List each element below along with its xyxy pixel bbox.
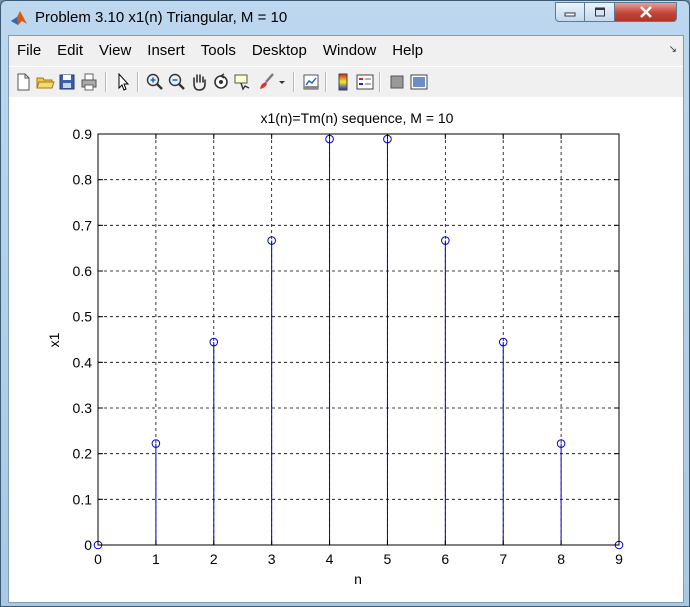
- y-tick-label: 0: [84, 537, 92, 553]
- figure-window: Problem 3.10 x1(n) Triangular, M = 10 Fi…: [0, 0, 690, 607]
- y-tick-label: 0.2: [73, 446, 93, 462]
- minimize-button[interactable]: [555, 2, 585, 22]
- y-axis-label: x1: [46, 332, 62, 347]
- x-tick-label: 8: [557, 551, 565, 567]
- menu-window[interactable]: Window: [315, 36, 384, 66]
- x-tick-label: 2: [210, 551, 218, 567]
- hide-plot-tools-icon[interactable]: [387, 72, 407, 92]
- new-figure-icon[interactable]: [13, 72, 33, 92]
- matlab-logo-icon: [11, 11, 27, 25]
- figure-canvas: x1(n)=Tm(n) sequence, M = 10 01234567890…: [9, 97, 683, 602]
- x-tick-label: 9: [615, 551, 623, 567]
- data-cursor-icon[interactable]: [233, 72, 253, 92]
- close-icon: [639, 6, 652, 18]
- toolbar-separator: [293, 72, 295, 92]
- edit-plot-arrow-icon[interactable]: [113, 72, 133, 92]
- insert-colorbar-icon[interactable]: [333, 72, 353, 92]
- maximize-icon: [594, 7, 605, 17]
- x-tick-label: 6: [441, 551, 449, 567]
- y-tick-label: 0.1: [73, 491, 93, 507]
- toolbar-separator: [379, 72, 381, 92]
- menu-desktop[interactable]: Desktop: [244, 36, 315, 66]
- y-tick-label: 0.4: [73, 354, 93, 370]
- x-tick-label: 7: [499, 551, 507, 567]
- stem-series: [93, 134, 624, 550]
- y-tick-label: 0.5: [73, 309, 93, 325]
- save-figure-icon[interactable]: [57, 72, 77, 92]
- brush-icon[interactable]: [257, 72, 277, 92]
- y-tick-label: 0.9: [73, 126, 93, 142]
- x-tick-label: 0: [94, 551, 102, 567]
- menu-help[interactable]: Help: [384, 36, 431, 66]
- window-title: Problem 3.10 x1(n) Triangular, M = 10: [35, 9, 288, 26]
- insert-legend-icon[interactable]: [355, 72, 375, 92]
- zoom-in-icon[interactable]: [145, 72, 165, 92]
- print-figure-icon[interactable]: [79, 72, 99, 92]
- menu-file[interactable]: File: [9, 36, 49, 66]
- open-file-icon[interactable]: [35, 72, 55, 92]
- x-axis-label: n: [354, 571, 362, 587]
- menu-insert[interactable]: Insert: [139, 36, 193, 66]
- figure-client-area: File Edit View Insert Tools Desktop Wind…: [8, 35, 684, 603]
- pan-hand-icon[interactable]: [189, 72, 209, 92]
- menu-dock-arrow-icon[interactable]: ↘: [669, 44, 677, 55]
- menu-view[interactable]: View: [91, 36, 139, 66]
- brush-dropdown-icon[interactable]: [277, 72, 287, 92]
- title-bar[interactable]: Problem 3.10 x1(n) Triangular, M = 10: [1, 1, 689, 35]
- x-tick-label: 5: [384, 551, 392, 567]
- toolbar-separator: [325, 72, 327, 92]
- plot-title: x1(n)=Tm(n) sequence, M = 10: [261, 110, 454, 126]
- show-plot-tools-icon[interactable]: [409, 72, 429, 92]
- x-tick-label: 3: [268, 551, 276, 567]
- menu-bar: File Edit View Insert Tools Desktop Wind…: [9, 36, 683, 66]
- minimize-icon: [564, 12, 576, 17]
- zoom-out-icon[interactable]: [167, 72, 187, 92]
- menu-tools[interactable]: Tools: [193, 36, 244, 66]
- axis-ticks: 0 1 2 3 4 5 6 7 8 9 0 0.1 0.2 0.3 0.4 0.5 0.6 0.7 0.8 0.9: [73, 126, 624, 567]
- maximize-button[interactable]: [585, 2, 615, 22]
- link-plot-icon[interactable]: [301, 72, 321, 92]
- y-tick-label: 0.3: [73, 400, 93, 416]
- toolbar-separator: [137, 72, 139, 92]
- figure-toolbar: [9, 66, 683, 98]
- x-tick-label: 1: [152, 551, 160, 567]
- menu-edit[interactable]: Edit: [49, 36, 91, 66]
- y-tick-label: 0.6: [73, 263, 93, 279]
- stem-plot[interactable]: x1(n)=Tm(n) sequence, M = 10 0 1 2 3 4 5 6 7 8 90…: [9, 97, 683, 602]
- axes-box: [97, 133, 620, 546]
- y-tick-label: 0.7: [73, 217, 93, 233]
- rotate-3d-icon[interactable]: [211, 72, 231, 92]
- y-tick-label: 0.8: [73, 172, 93, 188]
- toolbar-separator: [105, 72, 107, 92]
- close-button[interactable]: [615, 2, 677, 22]
- x-tick-label: 4: [326, 551, 334, 567]
- grid-lines: [98, 134, 619, 545]
